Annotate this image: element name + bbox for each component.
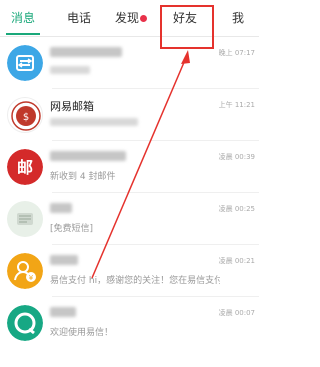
conversation-item[interactable]: 邮 新收到 4 封邮件 凌晨 00:39 — [0, 141, 259, 193]
top-tab-bar: 消息 电话 发现 好友 我 — [0, 0, 259, 37]
yixin-pay-icon: ¥ — [7, 253, 43, 289]
blue-square-icon — [7, 45, 43, 81]
message-preview: 易信支付 hi，感谢您的关注！您在易信支付遇 — [50, 276, 220, 286]
netease-mail-seal-icon: $ — [7, 97, 43, 133]
conversation-item[interactable]: 欢迎使用易信！ 凌晨 00:07 — [0, 297, 259, 349]
redacted-name — [50, 307, 76, 317]
redacted-name — [50, 203, 72, 213]
tab-calls[interactable]: 电话 — [64, 0, 94, 36]
message-time: 凌晨 00:07 — [218, 309, 255, 317]
conversation-item[interactable]: 晚上 07:17 — [0, 37, 259, 89]
conversation-item[interactable]: [免费短信] 凌晨 00:25 — [0, 193, 259, 245]
svg-text:邮: 邮 — [17, 158, 33, 177]
active-tab-indicator — [6, 33, 40, 35]
message-preview: 欢迎使用易信！ — [50, 328, 114, 338]
tab-me[interactable]: 我 — [226, 0, 250, 36]
conversation-item[interactable]: $ 网易邮箱 上午 11:21 — [0, 89, 259, 141]
message-time: 晚上 07:17 — [218, 49, 255, 57]
conversation-item[interactable]: ¥ 易信支付 hi，感谢您的关注！您在易信支付遇 凌晨 00:21 — [0, 245, 259, 297]
conversation-name: 网易邮箱 — [50, 100, 94, 113]
sms-icon — [7, 201, 43, 237]
message-time: 凌晨 00:21 — [218, 257, 255, 265]
redacted-preview — [50, 118, 138, 126]
svg-text:$: $ — [23, 112, 29, 123]
message-time: 凌晨 00:25 — [218, 205, 255, 213]
redacted-name — [50, 255, 78, 265]
mail-character-icon: 邮 — [7, 149, 43, 185]
redacted-name — [50, 47, 122, 57]
message-preview: [免费短信] — [50, 224, 94, 234]
redacted-name — [50, 151, 126, 161]
tab-discover[interactable]: 发现 — [112, 0, 142, 36]
message-time: 凌晨 00:39 — [218, 153, 255, 161]
yixin-logo-icon — [7, 305, 43, 341]
tab-messages[interactable]: 消息 — [6, 0, 40, 36]
friends-tab-highlight — [160, 5, 214, 49]
redacted-preview — [50, 66, 90, 74]
svg-text:¥: ¥ — [29, 274, 34, 282]
message-time: 上午 11:21 — [218, 101, 255, 109]
message-preview: 新收到 4 封邮件 — [50, 172, 116, 182]
discover-badge-dot — [140, 15, 147, 22]
